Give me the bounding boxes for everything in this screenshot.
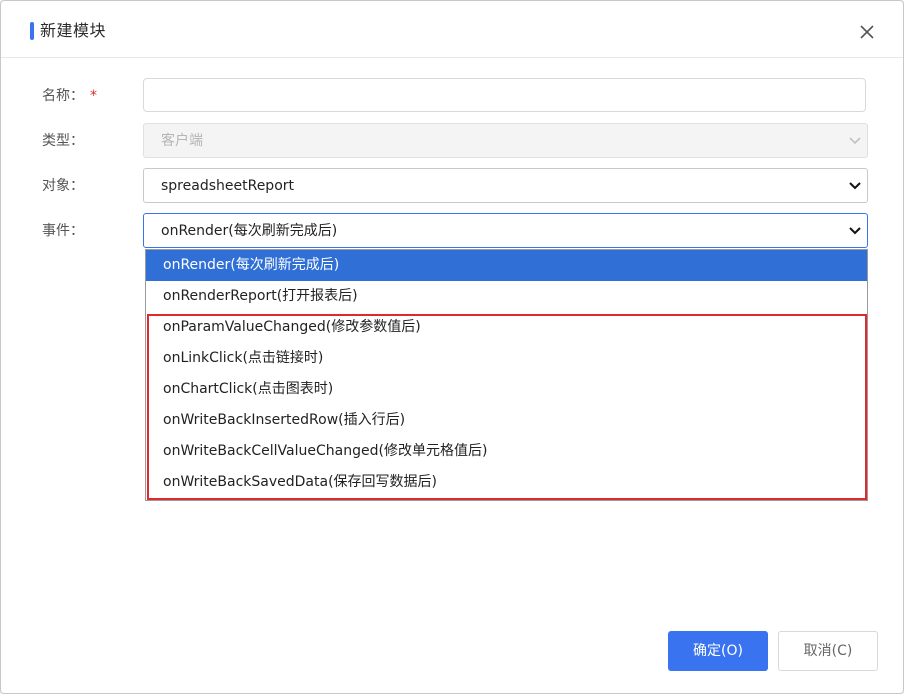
type-value: 客户端 bbox=[161, 133, 203, 149]
title-accent-bar bbox=[30, 22, 34, 40]
name-input[interactable] bbox=[143, 78, 866, 112]
event-option[interactable]: onLinkClick(点击链接时) bbox=[146, 343, 867, 374]
chevron-down-icon bbox=[849, 182, 861, 190]
type-select: 客户端 bbox=[143, 123, 868, 158]
event-value: onRender(每次刷新完成后) bbox=[161, 223, 338, 239]
cancel-button[interactable]: 取消(C) bbox=[778, 631, 878, 671]
new-module-dialog: 新建模块 名称： * 类型： 客户端 对象： spreadsheetReport … bbox=[0, 0, 904, 694]
event-option[interactable]: onRender(每次刷新完成后) bbox=[146, 250, 867, 281]
event-option[interactable]: onChartClick(点击图表时) bbox=[146, 374, 867, 405]
event-label: 事件： bbox=[42, 223, 84, 239]
object-label: 对象： bbox=[42, 178, 84, 194]
type-label: 类型： bbox=[42, 133, 84, 149]
close-icon[interactable] bbox=[857, 22, 877, 42]
dialog-header: 新建模块 bbox=[1, 1, 903, 58]
event-option[interactable]: onWriteBackCellValueChanged(修改单元格值后) bbox=[146, 436, 867, 467]
object-value: spreadsheetReport bbox=[161, 178, 294, 194]
object-select[interactable]: spreadsheetReport bbox=[143, 168, 868, 203]
name-label: 名称： * bbox=[42, 86, 97, 106]
chevron-down-icon bbox=[849, 227, 861, 235]
event-select[interactable]: onRender(每次刷新完成后) bbox=[143, 213, 868, 248]
event-option[interactable]: onWriteBackInsertedRow(插入行后) bbox=[146, 405, 867, 436]
event-option[interactable]: onRenderReport(打开报表后) bbox=[146, 281, 867, 312]
ok-button[interactable]: 确定(O) bbox=[668, 631, 768, 671]
chevron-down-icon bbox=[849, 137, 861, 145]
dialog-title: 新建模块 bbox=[40, 21, 107, 40]
required-mark: * bbox=[90, 88, 97, 104]
event-option[interactable]: onParamValueChanged(修改参数值后) bbox=[146, 312, 867, 343]
name-label-text: 名称： bbox=[42, 88, 84, 104]
event-option[interactable]: onWriteBackSavedData(保存回写数据后) bbox=[146, 467, 867, 498]
event-dropdown-list: onRender(每次刷新完成后) onRenderReport(打开报表后) … bbox=[145, 249, 868, 501]
